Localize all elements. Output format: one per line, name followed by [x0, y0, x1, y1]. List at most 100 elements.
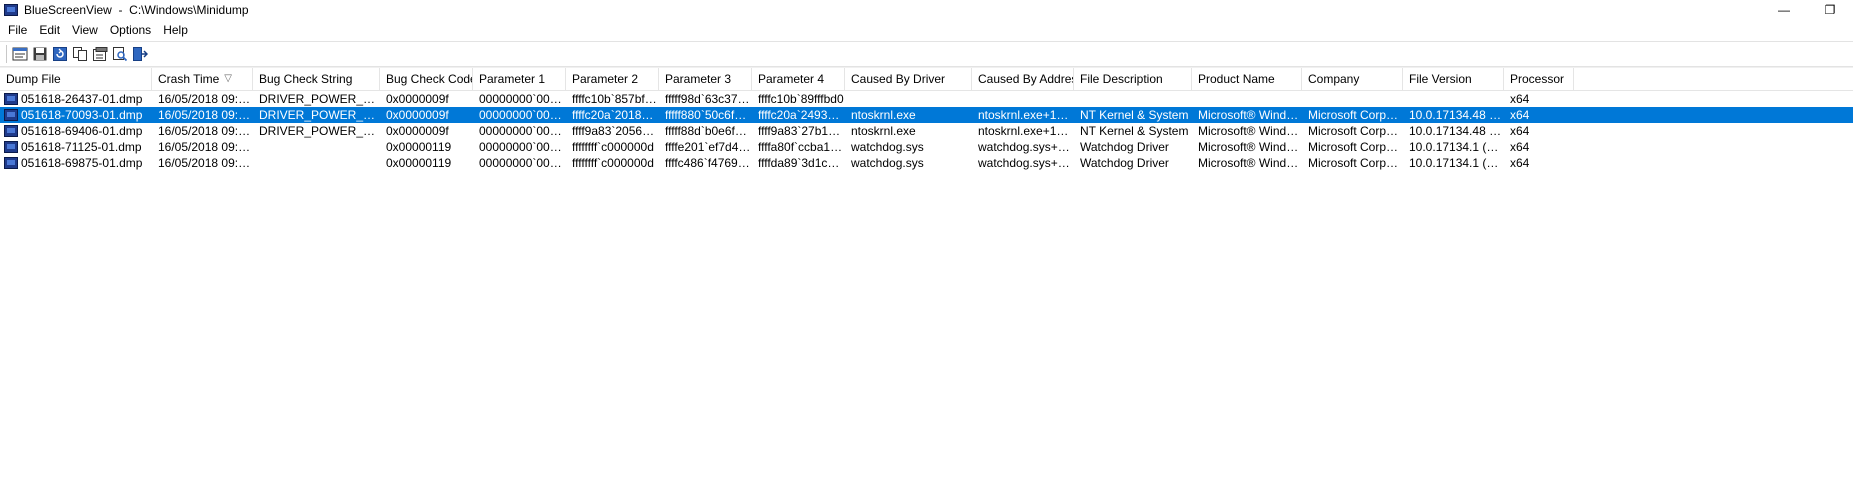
restore-button[interactable]: ❐ [1807, 0, 1853, 20]
dump-file-icon [4, 141, 18, 153]
cell-bug-check-string [253, 155, 380, 171]
cell-caused-by-driver: ntoskrnl.exe [851, 124, 916, 138]
column-header-bug-check-code[interactable]: Bug Check Code [380, 68, 473, 90]
html-report-icon [12, 47, 28, 61]
cell-caused-by-driver [845, 91, 972, 107]
minimize-button[interactable]: — [1761, 0, 1807, 20]
cell-parameter-4: ffffda89`3d1c6a50 [758, 156, 845, 170]
cell-crash-time: 16/05/2018 09:23:01 [158, 140, 253, 154]
column-header-file-description[interactable]: File Description [1074, 68, 1192, 90]
cell-product-name [1192, 91, 1302, 107]
table-row[interactable]: 051618-69875-01.dmp 16/05/2018 09:20:19 0x… [0, 155, 1853, 171]
cell-parameter-4: ffffc10b`89fffbd0 [758, 92, 844, 106]
column-header-dump-file[interactable]: Dump File [0, 68, 152, 90]
bluescreenview-window: BlueScreenView - C:\Windows\Minidump — ❐… [0, 0, 1853, 483]
dump-file-icon [4, 93, 18, 105]
dump-file-name: 051618-69875-01.dmp [21, 156, 143, 170]
refresh-button[interactable] [51, 45, 69, 63]
cell-caused-by-address: watchdog.sys+331e [978, 156, 1074, 170]
column-header-parameter-3[interactable]: Parameter 3 [659, 68, 752, 90]
copy-button[interactable] [71, 45, 89, 63]
cell-parameter-2: ffffc20a`20183060 [572, 108, 659, 122]
cell-parameter-2: ffff9a83`20562060 [572, 124, 659, 138]
cell-bug-check-code: 0x0000009f [386, 92, 449, 106]
column-header-parameter-1[interactable]: Parameter 1 [473, 68, 566, 90]
table-row[interactable]: 051618-69406-01.dmp 16/05/2018 09:27:15 DR… [0, 123, 1853, 139]
cell-file-description: Watchdog Driver [1080, 156, 1169, 170]
table-row[interactable]: 051618-70093-01.dmp 16/05/2018 09:33:03 DR… [0, 107, 1853, 123]
cell-parameter-2: ffffc10b`857bf060 [572, 92, 659, 106]
cell-parameter-1: 00000000`000000 [479, 124, 566, 138]
menu-edit[interactable]: Edit [33, 20, 66, 41]
cell-caused-by-driver: ntoskrnl.exe [851, 108, 916, 122]
menu-options[interactable]: Options [104, 20, 157, 41]
properties-button[interactable] [91, 45, 109, 63]
crash-list[interactable]: Dump File Crash Time ▽ Bug Check String … [0, 67, 1853, 483]
menu-view[interactable]: View [66, 20, 104, 41]
cell-parameter-1: 00000000`000000 [479, 92, 566, 106]
column-header-crash-time[interactable]: Crash Time ▽ [152, 68, 253, 90]
cell-dump-file: 051618-69875-01.dmp [0, 155, 152, 171]
column-header-bug-check-string[interactable]: Bug Check String [253, 68, 380, 90]
column-header-company[interactable]: Company [1302, 68, 1403, 90]
column-header-parameter-2[interactable]: Parameter 2 [566, 68, 659, 90]
cell-company: Microsoft Corpora... [1308, 108, 1403, 122]
column-header-row: Dump File Crash Time ▽ Bug Check String … [0, 68, 1853, 91]
menu-help[interactable]: Help [157, 20, 194, 41]
cell-file-version: 10.0.17134.48 (Win... [1409, 108, 1504, 122]
menu-file[interactable]: File [2, 20, 33, 41]
column-header-label: Crash Time [158, 72, 220, 86]
cell-caused-by-address: ntoskrnl.exe+197670 [978, 124, 1074, 138]
cell-processor: x64 [1510, 108, 1530, 122]
cell-company: Microsoft Corpora... [1308, 124, 1403, 138]
cell-bug-check-string: DRIVER_POWER_STATE_... [259, 108, 380, 122]
cell-file-description [1074, 91, 1192, 107]
save-button[interactable] [31, 45, 49, 63]
table-row[interactable]: 051618-26437-01.dmp 16/05/2018 09:37:29 DR… [0, 91, 1853, 107]
cell-file-description: Watchdog Driver [1080, 140, 1169, 154]
cell-bug-check-string: DRIVER_POWER_STATE_... [259, 92, 380, 106]
cell-product-name: Microsoft® Window... [1198, 124, 1302, 138]
cell-file-version [1403, 91, 1504, 107]
html-report-button[interactable] [11, 45, 29, 63]
exit-button[interactable] [131, 45, 149, 63]
dump-file-name: 051618-71125-01.dmp [21, 140, 142, 154]
column-header-parameter-4[interactable]: Parameter 4 [752, 68, 845, 90]
crash-rows: 051618-26437-01.dmp 16/05/2018 09:37:29 DR… [0, 91, 1853, 171]
cell-caused-by-address: ntoskrnl.exe+197670 [978, 108, 1074, 122]
cell-company [1302, 91, 1403, 107]
cell-parameter-3: fffff98d`63c378d0 [665, 92, 752, 106]
column-header-file-version[interactable]: File Version [1403, 68, 1504, 90]
menu-bar: File Edit View Options Help [0, 20, 1853, 41]
cell-bug-check-code: 0x00000119 [386, 156, 452, 170]
window-title: BlueScreenView - C:\Windows\Minidump [24, 3, 249, 17]
cell-crash-time: 16/05/2018 09:37:29 [158, 92, 253, 106]
cell-company: Microsoft Corpora... [1308, 140, 1403, 154]
cell-file-version: 10.0.17134.1 (WinB... [1409, 140, 1504, 154]
cell-company: Microsoft Corpora... [1308, 156, 1403, 170]
cell-processor: x64 [1510, 140, 1530, 154]
column-header-processor[interactable]: Processor [1504, 68, 1574, 90]
cell-parameter-3: ffffe201`ef7d4960 [665, 140, 752, 154]
copy-icon [73, 47, 87, 61]
cell-product-name: Microsoft® Window... [1198, 140, 1302, 154]
cell-parameter-1: 00000000`000000 [479, 108, 566, 122]
table-row[interactable]: 051618-71125-01.dmp 16/05/2018 09:23:01 0x… [0, 139, 1853, 155]
properties-icon [93, 47, 108, 61]
column-header-caused-by-address[interactable]: Caused By Address [972, 68, 1074, 90]
find-button[interactable] [111, 45, 129, 63]
column-header-product-name[interactable]: Product Name [1192, 68, 1302, 90]
cell-bug-check-code: 0x0000009f [386, 108, 449, 122]
refresh-icon [53, 47, 67, 61]
cell-product-name: Microsoft® Window... [1198, 156, 1302, 170]
cell-caused-by-address [972, 91, 1074, 107]
cell-product-name: Microsoft® Window... [1198, 108, 1302, 122]
column-header-caused-by-driver[interactable]: Caused By Driver [845, 68, 972, 90]
cell-bug-check-string: DRIVER_POWER_STATE_... [259, 124, 380, 138]
cell-dump-file: 051618-26437-01.dmp [0, 91, 152, 107]
cell-file-version: 10.0.17134.48 (Win... [1409, 124, 1504, 138]
cell-crash-time: 16/05/2018 09:27:15 [158, 124, 253, 138]
dump-file-icon [4, 157, 18, 169]
cell-parameter-4: ffff9a83`27b1d400 [758, 124, 845, 138]
cell-file-description: NT Kernel & System [1080, 124, 1189, 138]
